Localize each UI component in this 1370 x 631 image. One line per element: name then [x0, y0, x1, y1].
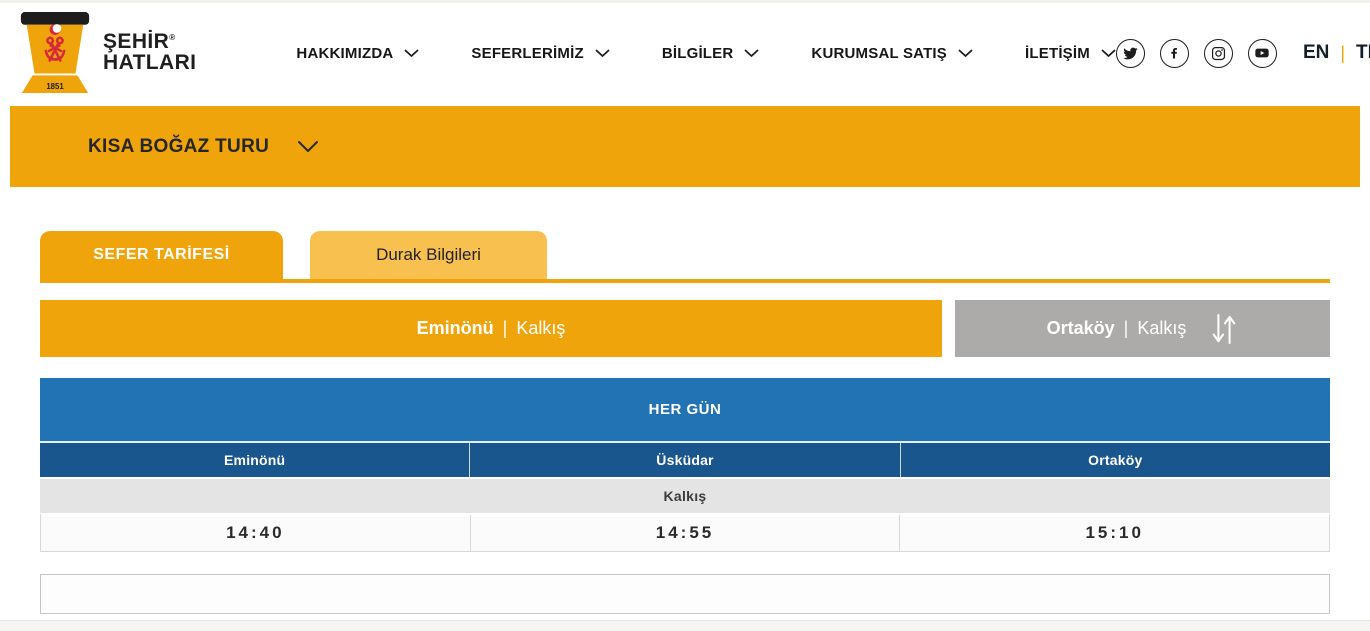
- nav-label: KURUMSAL SATIŞ: [811, 45, 947, 62]
- nav-item-hakkimizda[interactable]: HAKKIMIZDA: [296, 45, 419, 62]
- direction-divider: |: [503, 318, 508, 339]
- youtube-link[interactable]: [1248, 39, 1277, 68]
- schedule-table: HER GÜN Eminönü Üsküdar Ortaköy Kalkış 1…: [40, 378, 1330, 552]
- nav-label: HAKKIMIZDA: [296, 45, 393, 62]
- column-header-row: Eminönü Üsküdar Ortaköy: [40, 441, 1330, 477]
- route-selector-banner[interactable]: KISA BOĞAZ TURU: [10, 106, 1360, 187]
- route-title: KISA BOĞAZ TURU: [88, 136, 269, 158]
- direction-type: Kalkış: [1137, 318, 1186, 339]
- chevron-down-icon: [595, 49, 610, 58]
- chevron-down-icon: [744, 49, 759, 58]
- instagram-icon: [1211, 46, 1226, 61]
- brand-name-line1: ŞEHİR®: [103, 32, 196, 53]
- nav-label: İLETİŞİM: [1025, 45, 1090, 62]
- lang-en[interactable]: EN: [1303, 42, 1329, 64]
- tab-sefer-tarifesi[interactable]: SEFER TARİFESİ: [40, 231, 283, 279]
- direction-eminonu-kalkis-button[interactable]: Eminönü | Kalkış: [40, 300, 942, 357]
- brand-name-line2: HATLARI: [103, 53, 196, 74]
- social-links: [1116, 39, 1277, 68]
- empty-panel: [40, 574, 1330, 614]
- chevron-down-icon: [404, 49, 419, 58]
- time-cell-ortakoy: 15:10: [900, 515, 1329, 551]
- direction-buttons: Eminönü | Kalkış Ortaköy | Kalkış: [40, 300, 1330, 357]
- swap-direction-arrows-icon: [1210, 312, 1238, 346]
- twitter-icon: [1123, 46, 1138, 61]
- column-header-ortakoy: Ortaköy: [901, 443, 1330, 477]
- registered-mark: ®: [169, 33, 175, 42]
- sehir-hatlari-funnel-logo-icon: 1851: [16, 11, 94, 95]
- time-cell-eminonu: 14:40: [41, 515, 471, 551]
- chevron-down-icon: [297, 140, 319, 153]
- content: SEFER TARİFESİ Durak Bilgileri Eminönü |…: [40, 231, 1330, 614]
- nav-label: SEFERLERİMİZ: [471, 45, 583, 62]
- nav-item-iletisim[interactable]: İLETİŞİM: [1025, 45, 1116, 62]
- lang-divider: |: [1340, 43, 1345, 64]
- time-cell-uskudar: 14:55: [471, 515, 901, 551]
- nav-label: BİLGİLER: [662, 45, 734, 62]
- lang-tr[interactable]: TR: [1356, 42, 1370, 64]
- direction-divider: |: [1124, 318, 1129, 339]
- main-nav: HAKKIMIZDA SEFERLERİMİZ BİLGİLER KURUMSA…: [296, 45, 1116, 62]
- day-group-header: HER GÜN: [40, 378, 1330, 441]
- facebook-icon: [1167, 46, 1181, 60]
- nav-item-kurumsal-satis[interactable]: KURUMSAL SATIŞ: [811, 45, 973, 62]
- brand-logo[interactable]: 1851 ŞEHİR® HATLARI: [16, 11, 196, 95]
- direction-station: Eminönü: [417, 318, 494, 339]
- facebook-link[interactable]: [1160, 39, 1189, 68]
- logo-year: 1851: [46, 82, 64, 91]
- youtube-icon: [1254, 45, 1270, 61]
- twitter-link[interactable]: [1116, 39, 1145, 68]
- instagram-link[interactable]: [1204, 39, 1233, 68]
- chevron-down-icon: [958, 49, 973, 58]
- direction-type: Kalkış: [516, 318, 565, 339]
- nav-item-bilgiler[interactable]: BİLGİLER: [662, 45, 760, 62]
- footer-strip: [0, 620, 1370, 631]
- column-header-uskudar: Üsküdar: [470, 443, 900, 477]
- direction-station: Ortaköy: [1047, 318, 1115, 339]
- direction-ortakoy-kalkis-button[interactable]: Ortaköy | Kalkış: [955, 300, 1330, 357]
- nav-item-seferlerimiz[interactable]: SEFERLERİMİZ: [471, 45, 609, 62]
- times-row: 14:40 14:55 15:10: [40, 513, 1330, 552]
- language-switcher: EN | TR: [1303, 42, 1370, 64]
- tabs: SEFER TARİFESİ Durak Bilgileri: [40, 231, 1330, 283]
- column-header-eminonu: Eminönü: [40, 443, 470, 477]
- tab-durak-bilgileri[interactable]: Durak Bilgileri: [310, 231, 547, 279]
- brand-word-sehir: ŞEHİR: [103, 30, 169, 53]
- site-header: 1851 ŞEHİR® HATLARI HAKKIMIZDA SEFERLERİ…: [0, 3, 1370, 103]
- section-label-kalkis: Kalkış: [40, 477, 1330, 513]
- chevron-down-icon: [1101, 49, 1116, 58]
- brand-name: ŞEHİR® HATLARI: [103, 32, 196, 73]
